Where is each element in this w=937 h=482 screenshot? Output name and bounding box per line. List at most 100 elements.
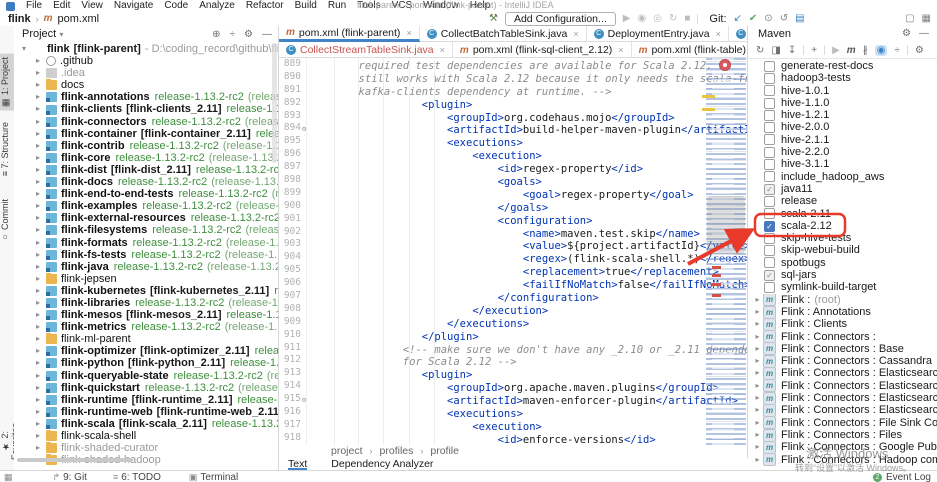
commit-icon[interactable]: ✔	[749, 12, 757, 26]
expand-icon[interactable]: ▸	[32, 285, 44, 297]
close-icon[interactable]: ×	[716, 29, 721, 39]
build-hammer-icon[interactable]: ⚒	[489, 12, 498, 26]
maven-profile-item[interactable]: include_hadoop_aws	[748, 171, 937, 183]
expand-icon[interactable]: ▸	[32, 140, 44, 152]
profile-checkbox[interactable]	[764, 171, 775, 182]
profile-checkbox[interactable]	[764, 61, 775, 72]
stop-icon[interactable]: ■	[684, 12, 690, 26]
project-tree-item[interactable]: ▸flink-dist[flink-dist_2.11]release-1.13…	[14, 164, 278, 176]
project-tree-item[interactable]: ▸flink-fs-testsrelease-1.13.2-rc2(releas…	[14, 249, 278, 261]
maven-module-item[interactable]: ▸mFlink : Connectors : Files	[748, 429, 937, 441]
profile-checkbox[interactable]	[764, 282, 775, 293]
collapse-all-icon[interactable]: ÷	[230, 26, 236, 43]
project-tree-item[interactable]: ▸flink-optimizer[flink-optimizer_2.11]re…	[14, 345, 278, 357]
expand-icon[interactable]: ▸	[32, 55, 44, 67]
maven-profile-item[interactable]: hadoop3-tests	[748, 72, 937, 84]
expand-icon[interactable]: ▸	[32, 309, 44, 321]
close-icon[interactable]: ×	[406, 28, 411, 38]
download-sources-icon[interactable]: ↧	[788, 45, 796, 56]
expand-icon[interactable]: ▸	[752, 380, 763, 392]
expand-icon[interactable]: ▸	[32, 116, 44, 128]
expand-icon[interactable]: ▸	[752, 417, 763, 429]
project-tree-item[interactable]: ▸flink-scala[flink-scala_2.11]release-1.…	[14, 418, 278, 430]
project-tree-item[interactable]: ▸flink-clients[flink-clients_2.11]releas…	[14, 103, 278, 115]
debug-icon[interactable]: ◉	[637, 12, 646, 26]
expand-icon[interactable]: ▸	[752, 355, 763, 367]
tool-window-switcher-icon[interactable]: ▦	[4, 472, 13, 482]
profile-checkbox[interactable]	[764, 98, 775, 109]
editor-tab[interactable]: CDeploymentEntry.java×	[587, 26, 729, 42]
profile-checkbox[interactable]	[764, 233, 775, 244]
add-maven-project-icon[interactable]: +	[811, 45, 817, 56]
profile-checkbox[interactable]	[764, 85, 775, 96]
expand-icon[interactable]: ▸	[32, 152, 44, 164]
project-tree-item[interactable]: ▸flink-queryable-staterelease-1.13.2-rc2…	[14, 370, 278, 382]
execute-maven-goal-icon[interactable]: m	[847, 45, 856, 56]
expand-icon[interactable]: ▸	[32, 345, 44, 357]
project-tree-item[interactable]: ▸flink-python[flink-python_2.11]release-…	[14, 357, 278, 369]
settings-gear-icon[interactable]: ⚙	[902, 26, 911, 42]
expand-icon[interactable]: ▸	[32, 442, 44, 454]
close-icon[interactable]: ×	[573, 29, 578, 39]
maven-module-item[interactable]: ▸mFlink : Connectors : Google PubSub	[748, 441, 937, 453]
menu-item-refactor[interactable]: Refactor	[246, 0, 284, 12]
project-tree-item[interactable]: ▸flink-runtime[flink-runtime_2.11]releas…	[14, 394, 278, 406]
project-tree-item[interactable]: ▸flink-formatsrelease-1.13.2-rc2(release…	[14, 237, 278, 249]
project-tree-item[interactable]: ▸docs	[14, 79, 278, 91]
breadcrumb-file[interactable]: pom.xml	[58, 12, 100, 26]
project-tree-item[interactable]: ▸flink-runtime-web[flink-runtime-web_2.1…	[14, 406, 278, 418]
profile-checkbox[interactable]	[764, 245, 775, 256]
status-item-todo[interactable]: ≡6: TODO	[113, 472, 161, 482]
maven-profile-item[interactable]: symlink-build-target	[748, 281, 937, 293]
maven-profile-item[interactable]: ✓java11	[748, 183, 937, 195]
project-tree-item[interactable]: ▸.github	[14, 55, 278, 67]
editor-breadcrumb[interactable]: project›profiles›profile	[279, 445, 747, 458]
expand-icon[interactable]: ▸	[752, 306, 763, 318]
expand-icon[interactable]: ▸	[32, 237, 44, 249]
profile-checkbox[interactable]: ✓	[764, 184, 775, 195]
reimport-maven-icon[interactable]: ↻	[756, 45, 764, 56]
stripe-item-project[interactable]: ▦ 1: Project	[0, 54, 14, 111]
editor-tab[interactable]: CCollectBatchTableSink.java×	[420, 26, 587, 42]
expand-icon[interactable]: ▸	[32, 418, 44, 430]
profile-checkbox[interactable]	[764, 110, 775, 121]
maven-module-item[interactable]: ▸mFlink : Connectors : Elasticsearch 7	[748, 392, 937, 404]
profile-checkbox[interactable]	[764, 196, 775, 207]
offline-mode-icon[interactable]: ◉	[875, 45, 888, 56]
expand-icon[interactable]: ▸	[752, 294, 763, 306]
project-tree-item[interactable]: ▸flink-contribrelease-1.13.2-rc2(release…	[14, 140, 278, 152]
expand-icon[interactable]: ▸	[32, 212, 44, 224]
expand-icon[interactable]: ▸	[32, 273, 44, 285]
maven-module-item[interactable]: ▸mFlink : Connectors : Cassandra	[748, 355, 937, 367]
run-maven-icon[interactable]: ▶	[832, 45, 840, 56]
bottom-tab-dependency-analyzer[interactable]: Dependency Analyzer	[331, 458, 433, 470]
run-icon[interactable]: ▶	[623, 12, 631, 26]
expand-icon[interactable]: ▸	[752, 331, 763, 343]
expand-icon[interactable]: ▸	[32, 394, 44, 406]
collapse-all-icon[interactable]: ÷	[894, 45, 900, 56]
update-project-icon[interactable]: ↙	[734, 12, 742, 26]
close-icon[interactable]: ×	[440, 45, 445, 55]
project-tree-item[interactable]: ▸flink-scala-shell	[14, 430, 278, 442]
editor-tab[interactable]: mpom.xml (flink-parent)×	[279, 26, 420, 42]
editor-tab[interactable]: mpom.xml (flink-table)×	[632, 42, 766, 58]
expand-icon[interactable]: ▸	[32, 176, 44, 188]
project-tree-item[interactable]: ▸flink-connectorsrelease-1.13.2-rc2(rele…	[14, 116, 278, 128]
error-indicator-icon[interactable]	[719, 59, 731, 71]
project-tree-item[interactable]: ▸flink-javarelease-1.13.2-rc2(release-1.…	[14, 261, 278, 273]
expand-icon[interactable]: ▸	[32, 103, 44, 115]
profile-checkbox[interactable]	[764, 122, 775, 133]
layout-icon[interactable]: ▤	[795, 12, 804, 26]
expand-icon[interactable]: ▸	[32, 164, 44, 176]
maven-profile-item[interactable]: skip-hive-tests	[748, 232, 937, 244]
maven-module-item[interactable]: ▸mFlink : Connectors : Hadoop compatibil…	[748, 454, 937, 466]
menu-item-analyze[interactable]: Analyze	[199, 0, 235, 12]
expand-icon[interactable]: ▸	[32, 333, 44, 345]
chevron-down-icon[interactable]: ▾	[59, 30, 63, 39]
xml-breadcrumb-item[interactable]: profiles	[380, 445, 414, 458]
history-icon[interactable]: ⊙	[764, 12, 772, 26]
profile-checkbox[interactable]	[764, 257, 775, 268]
editor-code-area[interactable]: 889required test dependencies are availa…	[279, 58, 747, 445]
project-tree-item[interactable]: ▸flink-docsrelease-1.13.2-rc2(release-1.…	[14, 176, 278, 188]
status-item-git[interactable]: ↱9: Git	[53, 472, 87, 482]
